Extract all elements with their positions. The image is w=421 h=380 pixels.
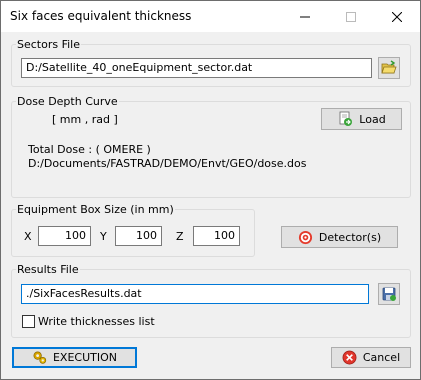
- dose-depth-legend: Dose Depth Curve: [17, 95, 118, 108]
- x-label: X: [24, 230, 32, 243]
- y-label: Y: [100, 230, 107, 243]
- write-thicknesses-checkbox[interactable]: [22, 315, 35, 328]
- save-icon: [382, 287, 396, 301]
- title-bar: Six faces equivalent thickness: [1, 1, 420, 32]
- detectors-button[interactable]: Detector(s): [281, 226, 398, 248]
- z-size-input[interactable]: 100: [193, 226, 240, 246]
- minimize-icon: [300, 16, 310, 17]
- cancel-icon: [342, 350, 357, 365]
- window-title: Six faces equivalent thickness: [10, 9, 192, 23]
- close-button[interactable]: [374, 1, 420, 32]
- dose-units-label: [ mm , rad ]: [52, 113, 118, 126]
- save-results-button[interactable]: [378, 283, 400, 305]
- maximize-button[interactable]: [328, 1, 374, 32]
- sectors-file-legend: Sectors File: [17, 38, 80, 51]
- results-file-legend: Results File: [17, 263, 79, 276]
- detectors-button-label: Detector(s): [318, 230, 382, 244]
- maximize-icon: [346, 11, 356, 22]
- gears-icon: [33, 351, 47, 364]
- target-icon: [298, 230, 312, 244]
- close-icon: [392, 11, 402, 22]
- x-size-input[interactable]: 100: [38, 226, 91, 246]
- write-thicknesses-label: Write thicknesses list: [38, 315, 155, 328]
- browse-sectors-button[interactable]: [378, 57, 400, 79]
- execution-button-label: EXECUTION: [52, 351, 118, 364]
- load-button-label: Load: [359, 112, 386, 126]
- folder-open-icon: [381, 60, 397, 74]
- results-file-input[interactable]: ./SixFacesResults.dat: [21, 284, 369, 304]
- z-label: Z: [176, 230, 184, 243]
- dialog-window: Six faces equivalent thickness Sectors F…: [0, 0, 421, 380]
- equipment-box-legend: Equipment Box Size (in mm): [17, 203, 174, 216]
- sectors-file-input[interactable]: D:/Satellite_40_oneEquipment_sector.dat: [21, 58, 372, 78]
- load-icon: [339, 111, 353, 126]
- cancel-button-label: Cancel: [362, 351, 401, 364]
- cancel-button[interactable]: Cancel: [331, 347, 411, 368]
- total-dose-label: Total Dose : ( OMERE ): [28, 143, 151, 156]
- load-button[interactable]: Load: [321, 108, 402, 130]
- y-size-input[interactable]: 100: [115, 226, 162, 246]
- execution-button[interactable]: EXECUTION: [12, 347, 137, 368]
- dose-file-path: D:/Documents/FASTRAD/DEMO/Envt/GEO/dose.…: [28, 157, 307, 170]
- minimize-button[interactable]: [282, 1, 328, 32]
